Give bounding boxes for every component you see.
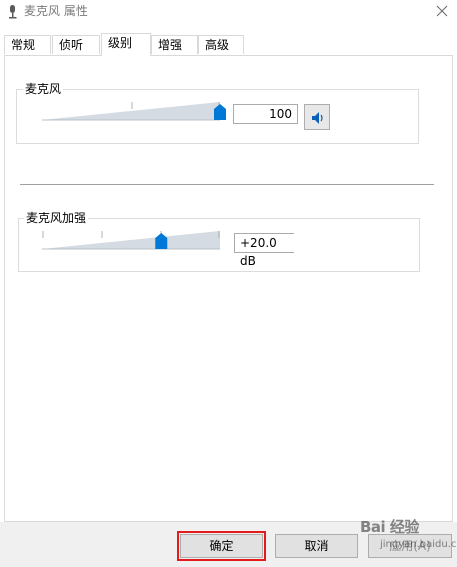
boost-label: 麦克风加强 <box>24 211 89 225</box>
close-icon <box>436 5 448 17</box>
close-button[interactable] <box>427 0 457 22</box>
ok-button[interactable]: 确定 <box>177 531 266 561</box>
cancel-button[interactable]: 取消 <box>275 534 358 558</box>
window-title: 麦克风 属性 <box>24 4 88 18</box>
microphone-value[interactable]: 100 <box>233 104 298 124</box>
boost-value[interactable]: +20.0 dB <box>234 233 294 268</box>
tab-strip: 常规 侦听 级别 增强 高级 <box>4 33 453 56</box>
tab-levels[interactable]: 级别 <box>101 33 151 56</box>
boost-slider-thumb[interactable] <box>155 233 168 249</box>
speaker-icon <box>312 112 323 124</box>
tab-enhancements[interactable]: 增强 <box>151 35 198 54</box>
mute-button[interactable] <box>304 104 330 130</box>
apply-button[interactable]: 应用(A) <box>368 534 452 558</box>
tab-advanced[interactable]: 高级 <box>198 35 244 54</box>
microphone-icon <box>6 4 20 20</box>
boost-slider[interactable] <box>40 227 230 255</box>
microphone-label: 麦克风 <box>23 82 64 96</box>
divider <box>20 184 434 185</box>
tab-general[interactable]: 常规 <box>4 35 51 54</box>
microphone-slider[interactable] <box>40 98 230 126</box>
tab-listen[interactable]: 侦听 <box>52 35 100 54</box>
title-bar: 麦克风 属性 <box>0 0 457 26</box>
